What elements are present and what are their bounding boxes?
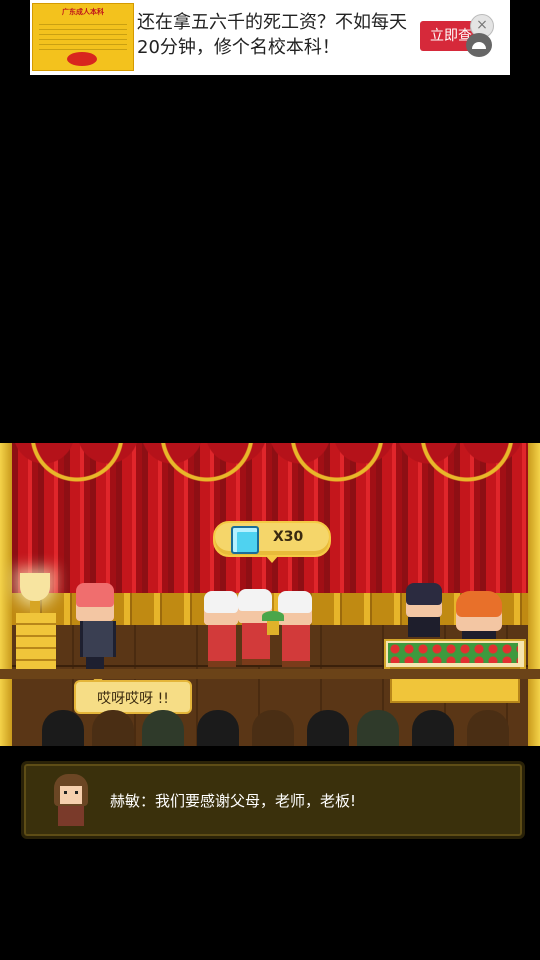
ad-thumbnail-seal — [67, 52, 97, 66]
character-pink-hair-boy[interactable] — [70, 583, 120, 673]
audience-member — [412, 710, 454, 746]
stage-floor-edge — [0, 669, 540, 679]
character-head — [456, 591, 502, 631]
character-head — [76, 583, 114, 621]
audience-member — [92, 710, 134, 746]
ad-banner[interactable]: 广东成人本科 还在拿五六千的死工资？不如每天20分钟，修个名校本科！ 立即查看 … — [30, 0, 510, 75]
ad-headline[interactable]: 还在拿五六千的死工资？不如每天20分钟，修个名校本科！ — [137, 10, 407, 60]
dialog-text: 赫敏：我们要感谢父母，老师，老板! — [110, 792, 357, 810]
audience-member — [467, 710, 509, 746]
character-body — [80, 621, 116, 657]
dialog-box[interactable]: 赫敏：我们要感谢父母，老师，老板! — [21, 761, 525, 839]
portrait-eyes — [64, 791, 78, 794]
plant-pot — [267, 621, 279, 635]
audience-member — [252, 710, 294, 746]
audience-member — [197, 710, 239, 746]
character-judge-dark-hair[interactable] — [402, 583, 446, 643]
ad-thumbnail-text-lines — [39, 20, 127, 50]
diamond-icon — [231, 526, 259, 554]
desk-flowers — [388, 643, 518, 663]
trophy-icon[interactable] — [16, 573, 56, 669]
ad-thumbnail-title: 广东成人本科 — [62, 8, 104, 16]
reward-bubble[interactable]: X30 — [213, 521, 331, 563]
portrait-clothes — [58, 806, 84, 826]
audience-row — [12, 705, 528, 746]
game-stage-scene[interactable]: X30 哎呀哎呀 !! — [0, 443, 540, 746]
audience-member — [142, 710, 184, 746]
curtain-gold-trim — [12, 443, 528, 489]
potted-plant-prop — [262, 611, 284, 637]
trophy-stem — [30, 601, 40, 613]
trophy-pedestal — [16, 613, 56, 669]
audience-member — [357, 710, 399, 746]
ad-badge-icon — [466, 33, 492, 57]
audience-member — [307, 710, 349, 746]
ad-thumbnail-image[interactable]: 广东成人本科 — [32, 3, 134, 71]
trophy-cup — [20, 573, 50, 601]
plant-leaves — [262, 611, 284, 621]
character-body — [282, 625, 310, 667]
character-body — [408, 617, 440, 637]
stage-frame-right — [528, 443, 540, 746]
speaker-portrait-avatar — [50, 772, 92, 828]
reward-amount: X30 — [273, 529, 304, 545]
portrait-face — [60, 786, 82, 804]
stage-frame-left — [0, 443, 12, 746]
audience-member — [42, 710, 84, 746]
character-head — [406, 583, 442, 617]
